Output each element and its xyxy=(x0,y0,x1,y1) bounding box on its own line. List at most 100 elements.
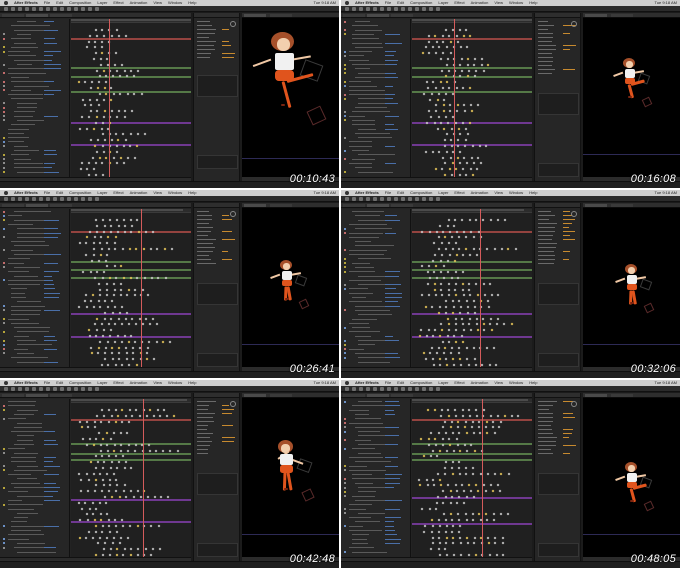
effect-property-value[interactable] xyxy=(563,219,575,220)
keyframe[interactable] xyxy=(467,363,471,367)
layer-row[interactable] xyxy=(14,42,36,44)
layer-row[interactable] xyxy=(14,59,45,61)
layer-row[interactable] xyxy=(8,72,46,74)
effect-property-value[interactable] xyxy=(222,405,229,406)
tool-icon[interactable] xyxy=(67,387,71,391)
layer-track-bar[interactable] xyxy=(71,521,191,523)
timeline-tab[interactable] xyxy=(367,394,389,397)
keyframe[interactable] xyxy=(124,317,128,321)
tool-icon[interactable] xyxy=(4,387,8,391)
keyframe[interactable] xyxy=(447,340,451,344)
keyframe[interactable] xyxy=(457,247,461,251)
keyframe[interactable] xyxy=(492,518,496,522)
keyframe[interactable] xyxy=(428,351,432,355)
keyframe[interactable] xyxy=(94,466,98,470)
layer-row[interactable] xyxy=(17,542,45,544)
keyframe[interactable] xyxy=(467,288,471,292)
keyframe[interactable] xyxy=(445,63,449,67)
keyframe[interactable] xyxy=(155,340,159,344)
keyframe[interactable] xyxy=(119,288,123,292)
layer-row[interactable] xyxy=(349,279,381,281)
keyframe[interactable] xyxy=(136,489,140,493)
keyframe[interactable] xyxy=(447,293,451,297)
keyframe[interactable] xyxy=(475,317,479,321)
layer-row[interactable] xyxy=(352,405,385,407)
keyframe[interactable] xyxy=(427,264,431,268)
layer-row[interactable] xyxy=(8,279,47,281)
keyframe[interactable] xyxy=(431,524,435,528)
keyframe[interactable] xyxy=(151,317,155,321)
keyframe[interactable] xyxy=(418,483,422,487)
tool-icon[interactable] xyxy=(380,197,384,201)
effect-property-value[interactable] xyxy=(563,231,575,232)
keyframe[interactable] xyxy=(501,536,505,540)
layer-row[interactable] xyxy=(352,158,375,160)
keyframe[interactable] xyxy=(461,167,465,171)
keyframe[interactable] xyxy=(103,86,107,90)
rotation-dial-icon[interactable] xyxy=(230,401,236,407)
keyframe[interactable] xyxy=(100,322,104,326)
layer-row[interactable] xyxy=(349,145,372,147)
keyframe[interactable] xyxy=(468,34,472,38)
keyframe[interactable] xyxy=(443,346,447,350)
keyframe[interactable] xyxy=(96,541,100,545)
keyframe[interactable] xyxy=(92,241,96,245)
keyframe[interactable] xyxy=(450,235,454,239)
keyframe[interactable] xyxy=(472,63,476,67)
keyframe[interactable] xyxy=(94,553,98,557)
layer-row[interactable] xyxy=(17,331,49,333)
keyframe[interactable] xyxy=(458,472,462,476)
keyframe[interactable] xyxy=(449,489,453,493)
layer-row[interactable] xyxy=(8,448,25,450)
keyframe[interactable] xyxy=(89,109,93,113)
tool-icon[interactable] xyxy=(95,387,99,391)
tool-icon[interactable] xyxy=(408,387,412,391)
keyframe[interactable] xyxy=(461,288,465,292)
keyframe[interactable] xyxy=(461,414,465,418)
keyframe[interactable] xyxy=(472,235,476,239)
keyframe[interactable] xyxy=(140,92,144,96)
keyframe[interactable] xyxy=(104,346,108,350)
keyframe[interactable] xyxy=(451,299,455,303)
keyframe[interactable] xyxy=(426,282,430,286)
layer-row[interactable] xyxy=(349,115,365,117)
layer-row[interactable] xyxy=(349,89,385,91)
keyframe[interactable] xyxy=(148,408,152,412)
tool-icon[interactable] xyxy=(53,197,57,201)
keyframe[interactable] xyxy=(121,132,125,136)
keyframe[interactable] xyxy=(129,489,133,493)
keyframe[interactable] xyxy=(84,253,88,257)
keyframe[interactable] xyxy=(503,414,507,418)
effect-property-value[interactable] xyxy=(222,231,232,232)
parent-link[interactable] xyxy=(44,413,56,415)
keyframe[interactable] xyxy=(122,489,126,493)
parent-link[interactable] xyxy=(385,499,402,501)
keyframe[interactable] xyxy=(78,127,82,131)
keyframe[interactable] xyxy=(113,247,117,251)
keyframe[interactable] xyxy=(510,414,514,418)
keyframe[interactable] xyxy=(108,530,112,534)
effect-property-value[interactable] xyxy=(563,437,569,438)
keyframe[interactable] xyxy=(465,299,469,303)
keyframe[interactable] xyxy=(464,28,468,32)
parent-link[interactable] xyxy=(44,348,57,350)
viewer-tab[interactable] xyxy=(270,204,292,207)
tool-icon[interactable] xyxy=(429,7,433,11)
layer-row[interactable] xyxy=(17,21,36,22)
keyframe[interactable] xyxy=(437,346,441,350)
effect-property-value[interactable] xyxy=(222,239,235,240)
keyframe[interactable] xyxy=(89,138,93,142)
keyframe[interactable] xyxy=(443,420,447,424)
keyframe[interactable] xyxy=(448,167,452,171)
keyframe[interactable] xyxy=(116,414,120,418)
layer-row[interactable] xyxy=(11,530,41,531)
keyframe[interactable] xyxy=(107,408,111,412)
layer-row[interactable] xyxy=(8,504,43,506)
keyframe[interactable] xyxy=(433,328,437,332)
layer-row[interactable] xyxy=(355,418,381,420)
parent-link[interactable] xyxy=(385,284,401,286)
keyframe[interactable] xyxy=(440,167,444,171)
keyframe[interactable] xyxy=(465,536,469,540)
keyframe[interactable] xyxy=(453,288,457,292)
keyframe[interactable] xyxy=(431,478,435,482)
